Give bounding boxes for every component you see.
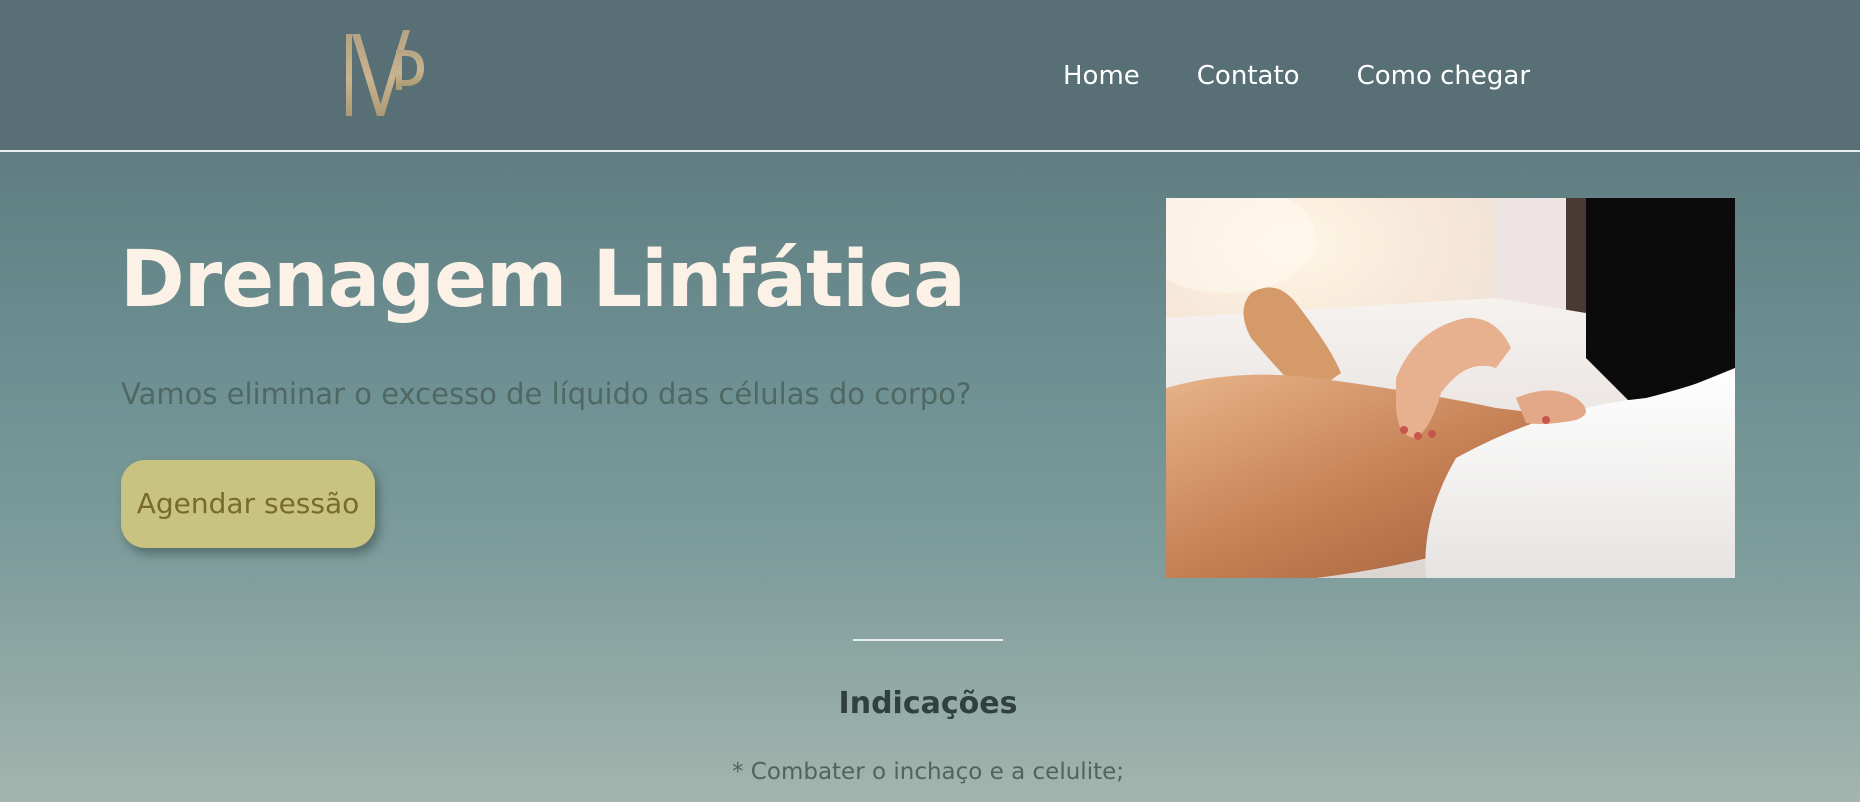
hero-title: Drenagem Linfática [120, 235, 966, 325]
schedule-session-button[interactable]: Agendar sessão [121, 460, 375, 548]
nav-link-home[interactable]: Home [1063, 58, 1140, 94]
indicacoes-item: * Combater o inchaço e a celulite; [732, 759, 1124, 785]
site-header: Home Contato Como chegar [0, 0, 1860, 152]
massage-photo [1166, 198, 1735, 578]
massage-photo-illustration [1166, 198, 1735, 578]
nav-link-como-chegar[interactable]: Como chegar [1357, 58, 1530, 94]
nvp-logo-icon[interactable] [344, 28, 426, 122]
section-divider [853, 639, 1003, 641]
nav-link-contato[interactable]: Contato [1197, 58, 1300, 94]
hero-subtitle: Vamos eliminar o excesso de líquido das … [121, 377, 972, 411]
indicacoes-title: Indicações [838, 686, 1018, 721]
main-nav: Home Contato Como chegar [1063, 58, 1530, 94]
